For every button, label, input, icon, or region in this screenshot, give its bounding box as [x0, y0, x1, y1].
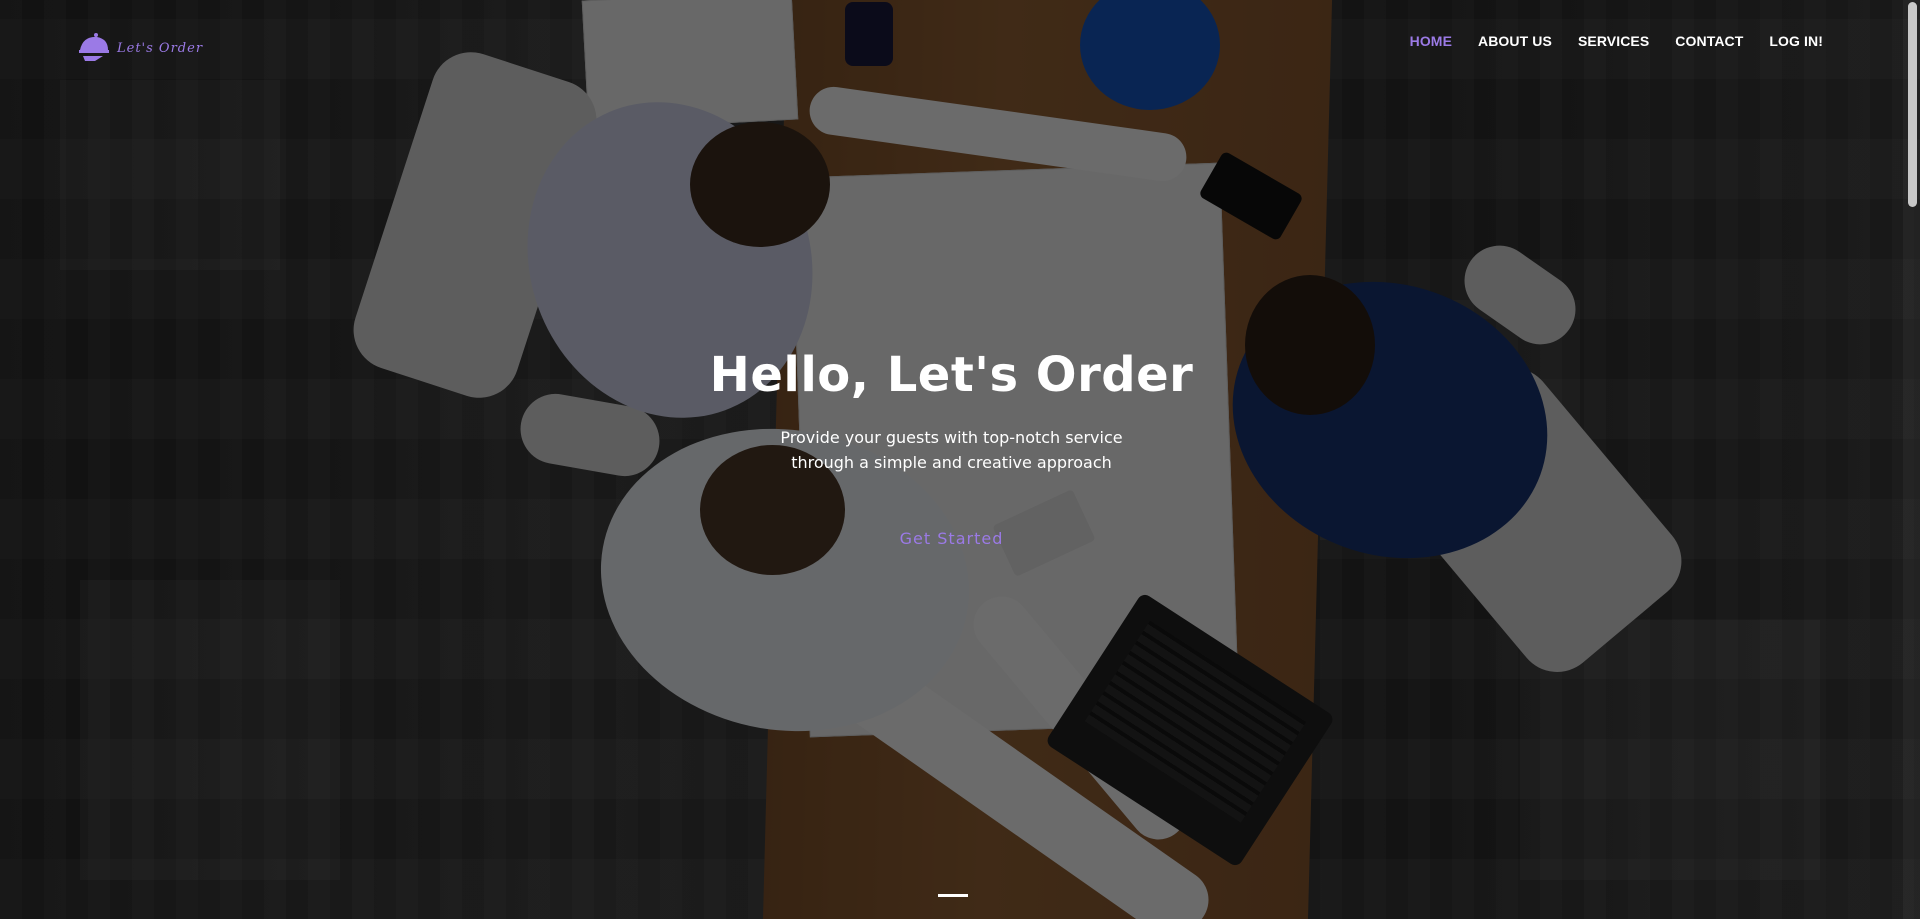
slide-indicator[interactable] — [938, 894, 968, 897]
brand-name: Let's Order — [117, 40, 204, 56]
hero-subtitle-line-2: through a simple and creative approach — [791, 453, 1112, 472]
nav-log-in[interactable]: LOG IN! — [1769, 33, 1823, 49]
scrollbar[interactable] — [1903, 0, 1920, 919]
main-nav: HOME ABOUT US SERVICES CONTACT LOG IN! — [1410, 33, 1823, 49]
brand-logo[interactable]: Let's Order — [77, 32, 203, 64]
navbar: Let's Order HOME ABOUT US SERVICES CONTA… — [0, 0, 1920, 82]
hero-subtitle-line-1: Provide your guests with top-notch servi… — [780, 428, 1123, 447]
nav-about-us[interactable]: ABOUT US — [1478, 33, 1552, 49]
cloche-serving-icon — [79, 33, 109, 61]
nav-home[interactable]: HOME — [1410, 33, 1452, 49]
hero-title: Hello, Let's Order — [709, 347, 1194, 403]
nav-contact[interactable]: CONTACT — [1675, 33, 1743, 49]
scrollbar-thumb[interactable] — [1908, 2, 1917, 207]
nav-services[interactable]: SERVICES — [1578, 33, 1649, 49]
get-started-button[interactable]: Get Started — [886, 523, 1018, 554]
hero-section: Hello, Let's Order Provide your guests w… — [0, 345, 1903, 554]
hero-subtitle: Provide your guests with top-notch servi… — [772, 425, 1132, 475]
